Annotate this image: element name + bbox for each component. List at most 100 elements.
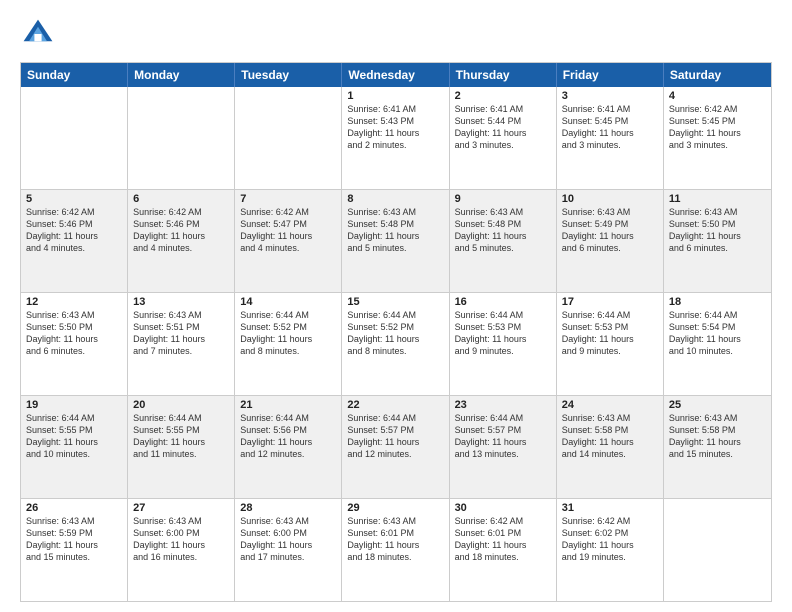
calendar: SundayMondayTuesdayWednesdayThursdayFrid… bbox=[20, 62, 772, 602]
calendar-row-2: 12Sunrise: 6:43 AMSunset: 5:50 PMDayligh… bbox=[21, 292, 771, 395]
calendar-cell: 26Sunrise: 6:43 AMSunset: 5:59 PMDayligh… bbox=[21, 499, 128, 601]
day-number: 21 bbox=[240, 399, 336, 411]
day-number: 16 bbox=[455, 296, 551, 308]
calendar-cell bbox=[21, 87, 128, 189]
day-number: 14 bbox=[240, 296, 336, 308]
day-number: 27 bbox=[133, 502, 229, 514]
cell-details: Sunrise: 6:44 AMSunset: 5:55 PMDaylight:… bbox=[26, 412, 122, 461]
day-number: 17 bbox=[562, 296, 658, 308]
cell-details: Sunrise: 6:41 AMSunset: 5:43 PMDaylight:… bbox=[347, 103, 443, 152]
cell-details: Sunrise: 6:43 AMSunset: 5:58 PMDaylight:… bbox=[669, 412, 766, 461]
calendar-cell: 1Sunrise: 6:41 AMSunset: 5:43 PMDaylight… bbox=[342, 87, 449, 189]
calendar-cell: 16Sunrise: 6:44 AMSunset: 5:53 PMDayligh… bbox=[450, 293, 557, 395]
day-number: 26 bbox=[26, 502, 122, 514]
cell-details: Sunrise: 6:44 AMSunset: 5:53 PMDaylight:… bbox=[455, 309, 551, 358]
calendar-cell bbox=[235, 87, 342, 189]
cell-details: Sunrise: 6:42 AMSunset: 6:01 PMDaylight:… bbox=[455, 515, 551, 564]
calendar-cell: 14Sunrise: 6:44 AMSunset: 5:52 PMDayligh… bbox=[235, 293, 342, 395]
calendar-cell: 27Sunrise: 6:43 AMSunset: 6:00 PMDayligh… bbox=[128, 499, 235, 601]
day-number: 3 bbox=[562, 90, 658, 102]
day-number: 23 bbox=[455, 399, 551, 411]
header-cell-monday: Monday bbox=[128, 63, 235, 87]
day-number: 20 bbox=[133, 399, 229, 411]
calendar-cell: 18Sunrise: 6:44 AMSunset: 5:54 PMDayligh… bbox=[664, 293, 771, 395]
cell-details: Sunrise: 6:43 AMSunset: 5:48 PMDaylight:… bbox=[347, 206, 443, 255]
calendar-cell: 10Sunrise: 6:43 AMSunset: 5:49 PMDayligh… bbox=[557, 190, 664, 292]
calendar-cell: 28Sunrise: 6:43 AMSunset: 6:00 PMDayligh… bbox=[235, 499, 342, 601]
calendar-cell bbox=[664, 499, 771, 601]
day-number: 1 bbox=[347, 90, 443, 102]
cell-details: Sunrise: 6:42 AMSunset: 5:46 PMDaylight:… bbox=[26, 206, 122, 255]
cell-details: Sunrise: 6:44 AMSunset: 5:52 PMDaylight:… bbox=[240, 309, 336, 358]
calendar-cell: 3Sunrise: 6:41 AMSunset: 5:45 PMDaylight… bbox=[557, 87, 664, 189]
cell-details: Sunrise: 6:43 AMSunset: 5:50 PMDaylight:… bbox=[26, 309, 122, 358]
day-number: 7 bbox=[240, 193, 336, 205]
calendar-cell: 21Sunrise: 6:44 AMSunset: 5:56 PMDayligh… bbox=[235, 396, 342, 498]
header-cell-sunday: Sunday bbox=[21, 63, 128, 87]
calendar-cell: 29Sunrise: 6:43 AMSunset: 6:01 PMDayligh… bbox=[342, 499, 449, 601]
calendar-cell: 17Sunrise: 6:44 AMSunset: 5:53 PMDayligh… bbox=[557, 293, 664, 395]
calendar-cell: 6Sunrise: 6:42 AMSunset: 5:46 PMDaylight… bbox=[128, 190, 235, 292]
cell-details: Sunrise: 6:42 AMSunset: 6:02 PMDaylight:… bbox=[562, 515, 658, 564]
day-number: 12 bbox=[26, 296, 122, 308]
cell-details: Sunrise: 6:42 AMSunset: 5:45 PMDaylight:… bbox=[669, 103, 766, 152]
logo bbox=[20, 16, 60, 52]
calendar-row-1: 5Sunrise: 6:42 AMSunset: 5:46 PMDaylight… bbox=[21, 189, 771, 292]
calendar-cell: 23Sunrise: 6:44 AMSunset: 5:57 PMDayligh… bbox=[450, 396, 557, 498]
cell-details: Sunrise: 6:43 AMSunset: 6:01 PMDaylight:… bbox=[347, 515, 443, 564]
cell-details: Sunrise: 6:43 AMSunset: 6:00 PMDaylight:… bbox=[133, 515, 229, 564]
calendar-cell: 11Sunrise: 6:43 AMSunset: 5:50 PMDayligh… bbox=[664, 190, 771, 292]
day-number: 4 bbox=[669, 90, 766, 102]
cell-details: Sunrise: 6:41 AMSunset: 5:44 PMDaylight:… bbox=[455, 103, 551, 152]
day-number: 30 bbox=[455, 502, 551, 514]
header bbox=[20, 16, 772, 52]
calendar-cell: 15Sunrise: 6:44 AMSunset: 5:52 PMDayligh… bbox=[342, 293, 449, 395]
day-number: 19 bbox=[26, 399, 122, 411]
calendar-cell bbox=[128, 87, 235, 189]
calendar-cell: 19Sunrise: 6:44 AMSunset: 5:55 PMDayligh… bbox=[21, 396, 128, 498]
cell-details: Sunrise: 6:42 AMSunset: 5:46 PMDaylight:… bbox=[133, 206, 229, 255]
calendar-body: 1Sunrise: 6:41 AMSunset: 5:43 PMDaylight… bbox=[21, 87, 771, 601]
cell-details: Sunrise: 6:44 AMSunset: 5:55 PMDaylight:… bbox=[133, 412, 229, 461]
cell-details: Sunrise: 6:43 AMSunset: 5:58 PMDaylight:… bbox=[562, 412, 658, 461]
header-cell-saturday: Saturday bbox=[664, 63, 771, 87]
day-number: 8 bbox=[347, 193, 443, 205]
cell-details: Sunrise: 6:42 AMSunset: 5:47 PMDaylight:… bbox=[240, 206, 336, 255]
calendar-cell: 22Sunrise: 6:44 AMSunset: 5:57 PMDayligh… bbox=[342, 396, 449, 498]
day-number: 9 bbox=[455, 193, 551, 205]
cell-details: Sunrise: 6:44 AMSunset: 5:56 PMDaylight:… bbox=[240, 412, 336, 461]
cell-details: Sunrise: 6:44 AMSunset: 5:54 PMDaylight:… bbox=[669, 309, 766, 358]
calendar-cell: 4Sunrise: 6:42 AMSunset: 5:45 PMDaylight… bbox=[664, 87, 771, 189]
header-cell-thursday: Thursday bbox=[450, 63, 557, 87]
calendar-cell: 31Sunrise: 6:42 AMSunset: 6:02 PMDayligh… bbox=[557, 499, 664, 601]
cell-details: Sunrise: 6:43 AMSunset: 5:51 PMDaylight:… bbox=[133, 309, 229, 358]
calendar-cell: 30Sunrise: 6:42 AMSunset: 6:01 PMDayligh… bbox=[450, 499, 557, 601]
cell-details: Sunrise: 6:43 AMSunset: 5:59 PMDaylight:… bbox=[26, 515, 122, 564]
header-cell-friday: Friday bbox=[557, 63, 664, 87]
calendar-row-0: 1Sunrise: 6:41 AMSunset: 5:43 PMDaylight… bbox=[21, 87, 771, 189]
cell-details: Sunrise: 6:43 AMSunset: 5:48 PMDaylight:… bbox=[455, 206, 551, 255]
cell-details: Sunrise: 6:44 AMSunset: 5:57 PMDaylight:… bbox=[347, 412, 443, 461]
header-cell-wednesday: Wednesday bbox=[342, 63, 449, 87]
calendar-cell: 20Sunrise: 6:44 AMSunset: 5:55 PMDayligh… bbox=[128, 396, 235, 498]
cell-details: Sunrise: 6:43 AMSunset: 5:49 PMDaylight:… bbox=[562, 206, 658, 255]
calendar-header: SundayMondayTuesdayWednesdayThursdayFrid… bbox=[21, 63, 771, 87]
cell-details: Sunrise: 6:44 AMSunset: 5:52 PMDaylight:… bbox=[347, 309, 443, 358]
calendar-cell: 8Sunrise: 6:43 AMSunset: 5:48 PMDaylight… bbox=[342, 190, 449, 292]
day-number: 22 bbox=[347, 399, 443, 411]
day-number: 11 bbox=[669, 193, 766, 205]
calendar-cell: 12Sunrise: 6:43 AMSunset: 5:50 PMDayligh… bbox=[21, 293, 128, 395]
calendar-cell: 24Sunrise: 6:43 AMSunset: 5:58 PMDayligh… bbox=[557, 396, 664, 498]
cell-details: Sunrise: 6:44 AMSunset: 5:53 PMDaylight:… bbox=[562, 309, 658, 358]
day-number: 18 bbox=[669, 296, 766, 308]
day-number: 15 bbox=[347, 296, 443, 308]
calendar-row-4: 26Sunrise: 6:43 AMSunset: 5:59 PMDayligh… bbox=[21, 498, 771, 601]
cell-details: Sunrise: 6:44 AMSunset: 5:57 PMDaylight:… bbox=[455, 412, 551, 461]
header-cell-tuesday: Tuesday bbox=[235, 63, 342, 87]
calendar-cell: 25Sunrise: 6:43 AMSunset: 5:58 PMDayligh… bbox=[664, 396, 771, 498]
calendar-cell: 9Sunrise: 6:43 AMSunset: 5:48 PMDaylight… bbox=[450, 190, 557, 292]
day-number: 24 bbox=[562, 399, 658, 411]
calendar-cell: 2Sunrise: 6:41 AMSunset: 5:44 PMDaylight… bbox=[450, 87, 557, 189]
day-number: 2 bbox=[455, 90, 551, 102]
calendar-cell: 7Sunrise: 6:42 AMSunset: 5:47 PMDaylight… bbox=[235, 190, 342, 292]
